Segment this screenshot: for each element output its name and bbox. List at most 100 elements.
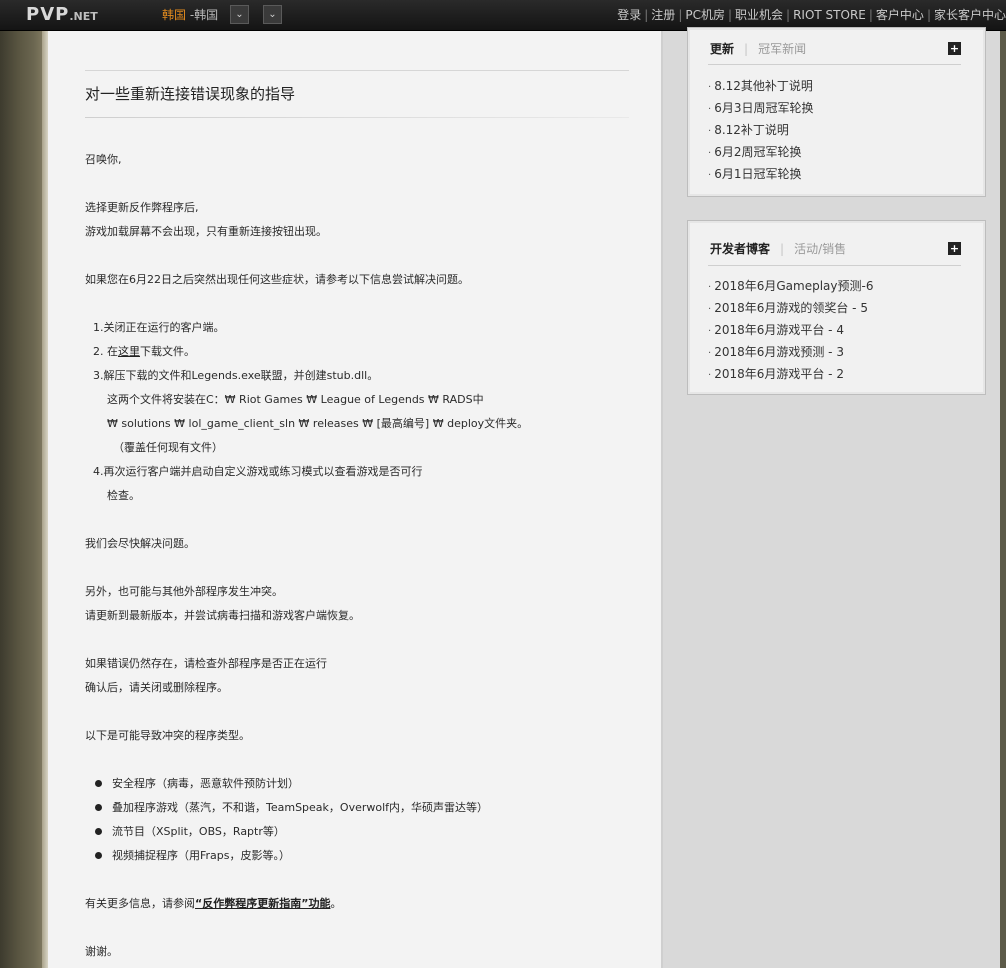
- bullet-icon: [95, 827, 102, 835]
- bullet-icon: [95, 779, 102, 787]
- nav-pc-room-link[interactable]: PC机房: [685, 8, 725, 22]
- background-art-right: [1000, 31, 1006, 968]
- nav-separator: |: [727, 8, 733, 22]
- region-secondary: -韩国: [189, 8, 219, 22]
- paragraph-line: 如果错误仍然存在，请检查外部程序是否正在运行: [85, 657, 327, 670]
- article-panel: 对一些重新连接错误现象的指导 召唤你, 选择更新反作弊程序后, 游戏加载屏幕不会…: [48, 31, 663, 968]
- bullet-text: 叠加程序游戏（蒸汽，不和谐，TeamSpeak，Overwolf内，华硕声雷达等…: [112, 801, 489, 814]
- nav-support-link[interactable]: 客户中心: [876, 8, 924, 22]
- news-box: 更新 | 冠军新闻 + · 8.12其他补丁说明 · 6月3日周冠军轮换 · 8.12补丁…: [687, 27, 986, 197]
- list-item[interactable]: · 2018年6月游戏的领奖台 - 5: [708, 298, 873, 320]
- bullet-icon: ·: [708, 82, 712, 93]
- nav-separator: |: [786, 8, 791, 22]
- paragraph-line: 另外，也可能与其他外部程序发生冲突。: [85, 585, 283, 598]
- list-item[interactable]: · 6月2周冠军轮换: [708, 142, 813, 164]
- region-selector[interactable]: 韩国 -韩国: [162, 7, 218, 23]
- paragraph-line: 谢谢。: [85, 945, 118, 958]
- step-line: 这两个文件将安装在C：₩ Riot Games ₩ League of Lege…: [107, 393, 484, 406]
- list-item[interactable]: · 6月3日周冠军轮换: [708, 98, 813, 120]
- logo-suffix: .NET: [69, 10, 98, 23]
- step-text: 2. 在: [93, 345, 118, 358]
- bullet-text: 流节目（XSplit，OBS，Raptr等）: [112, 825, 285, 838]
- more-plus-icon[interactable]: +: [948, 42, 961, 55]
- bullet-icon: ·: [708, 126, 712, 137]
- tab-events-sales[interactable]: 活动/销售: [794, 242, 846, 256]
- list-item[interactable]: · 6月1日冠军轮换: [708, 164, 813, 186]
- chevron-down-icon: ⌄: [268, 9, 277, 20]
- list-item[interactable]: · 8.12其他补丁说明: [708, 76, 813, 98]
- bullet-icon: ·: [708, 148, 712, 159]
- nav-separator: |: [868, 8, 873, 22]
- divider: [85, 70, 629, 71]
- divider: [708, 265, 961, 266]
- tab-updates[interactable]: 更新: [710, 42, 734, 56]
- step-line: 1.关闭正在运行的客户端。: [93, 321, 225, 334]
- news-item-link[interactable]: 8.12补丁说明: [714, 123, 789, 137]
- paragraph-line: 召唤你,: [85, 153, 122, 166]
- dev-item-link[interactable]: 2018年6月游戏预测 - 3: [714, 345, 844, 359]
- bullet-text: 安全程序（病毒，恶意软件预防计划）: [112, 777, 299, 790]
- bullet-item: 流节目（XSplit，OBS，Raptr等）: [95, 820, 285, 844]
- dev-item-link[interactable]: 2018年6月游戏平台 - 4: [714, 323, 844, 337]
- paragraph-line: 以下是可能导致冲突的程序类型。: [85, 729, 250, 742]
- news-item-link[interactable]: 6月2周冠军轮换: [714, 145, 801, 159]
- dev-blog-list: · 2018年6月Gameplay预测-6 · 2018年6月游戏的领奖台 - 5 …: [708, 276, 873, 386]
- tab-separator: |: [744, 42, 749, 56]
- news-item-link[interactable]: 8.12其他补丁说明: [714, 79, 813, 93]
- list-item[interactable]: · 2018年6月Gameplay预测-6: [708, 276, 873, 298]
- bullet-item: 叠加程序游戏（蒸汽，不和谐，TeamSpeak，Overwolf内，华硕声雷达等…: [95, 796, 488, 820]
- bullet-item: 视频捕捉程序（用Fraps，皮影等。）: [95, 844, 290, 868]
- dev-box-tabs: 开发者博客 | 活动/销售: [710, 240, 846, 258]
- sidebar: 更新 | 冠军新闻 + · 8.12其他补丁说明 · 6月3日周冠军轮换 · 8.12补丁…: [663, 27, 1000, 968]
- nav-separator: |: [678, 8, 683, 22]
- step-line: 2. 在这里下载文件。: [93, 340, 195, 364]
- bullet-icon: [95, 803, 102, 811]
- dev-item-link[interactable]: 2018年6月Gameplay预测-6: [714, 279, 873, 293]
- nav-register-link[interactable]: 注册: [651, 8, 675, 22]
- region-dropdown-button[interactable]: ⌄: [230, 5, 249, 24]
- list-item[interactable]: · 2018年6月游戏平台 - 2: [708, 364, 873, 386]
- paragraph-line: 确认后，请关闭或删除程序。: [85, 681, 228, 694]
- bullet-icon: ·: [708, 104, 712, 115]
- anti-cheat-guide-link[interactable]: “反作弊程序更新指南”功能: [195, 897, 330, 910]
- step-line: ₩ solutions ₩ lol_game_client_sln ₩ rele…: [107, 417, 529, 430]
- step-text: 下载文件。: [140, 345, 195, 358]
- step-line: 3.解压下载的文件和Legends.exe联盟，并创建stub.dll。: [93, 369, 379, 382]
- step-line: 检查。: [107, 489, 140, 502]
- bullet-icon: ·: [708, 170, 712, 181]
- paragraph-line: 我们会尽快解决问题。: [85, 537, 195, 550]
- paragraph-line: 有关更多信息，请参阅“反作弊程序更新指南”功能。: [85, 892, 341, 916]
- dev-item-link[interactable]: 2018年6月游戏的领奖台 - 5: [714, 301, 868, 315]
- nav-riot-store-link[interactable]: RIOT STORE: [793, 8, 866, 22]
- news-item-link[interactable]: 6月1日冠军轮换: [714, 167, 801, 181]
- tab-dev-blog[interactable]: 开发者博客: [710, 242, 770, 256]
- paragraph-text: 。: [330, 897, 342, 910]
- step-line: 4.再次运行客户端并启动自定义游戏或练习模式以查看游戏是否可行: [93, 465, 423, 478]
- bullet-text: 视频捕捉程序（用Fraps，皮影等。）: [112, 849, 291, 862]
- download-here-link[interactable]: 这里: [118, 345, 140, 358]
- nav-parent-support-link[interactable]: 家长客户中心: [934, 8, 1006, 22]
- pvpnet-logo[interactable]: PVP.NET: [26, 5, 98, 25]
- news-item-link[interactable]: 6月3日周冠军轮换: [714, 101, 813, 115]
- divider: [708, 64, 961, 65]
- more-plus-icon[interactable]: +: [948, 242, 961, 255]
- bullet-icon: ·: [708, 326, 712, 337]
- language-dropdown-button[interactable]: ⌄: [263, 5, 282, 24]
- nav-login-link[interactable]: 登录: [617, 8, 641, 22]
- paragraph-line: 请更新到最新版本，并尝试病毒扫描和游戏客户端恢复。: [85, 609, 360, 622]
- list-item[interactable]: · 2018年6月游戏预测 - 3: [708, 342, 873, 364]
- background-art: [0, 31, 48, 968]
- tab-champion-news[interactable]: 冠军新闻: [758, 42, 806, 56]
- dev-item-link[interactable]: 2018年6月游戏平台 - 2: [714, 367, 844, 381]
- list-item[interactable]: · 8.12补丁说明: [708, 120, 813, 142]
- nav-careers-link[interactable]: 职业机会: [735, 8, 783, 22]
- step-line: （覆盖任何现有文件）: [113, 441, 223, 454]
- chevron-down-icon: ⌄: [235, 9, 244, 20]
- region-primary: 韩国: [162, 8, 187, 22]
- list-item[interactable]: · 2018年6月游戏平台 - 4: [708, 320, 873, 342]
- nav-separator: |: [926, 8, 931, 22]
- nav-separator: |: [644, 8, 649, 22]
- divider: [85, 117, 629, 118]
- article-title: 对一些重新连接错误现象的指导: [85, 85, 296, 103]
- logo-main: PVP: [26, 4, 70, 25]
